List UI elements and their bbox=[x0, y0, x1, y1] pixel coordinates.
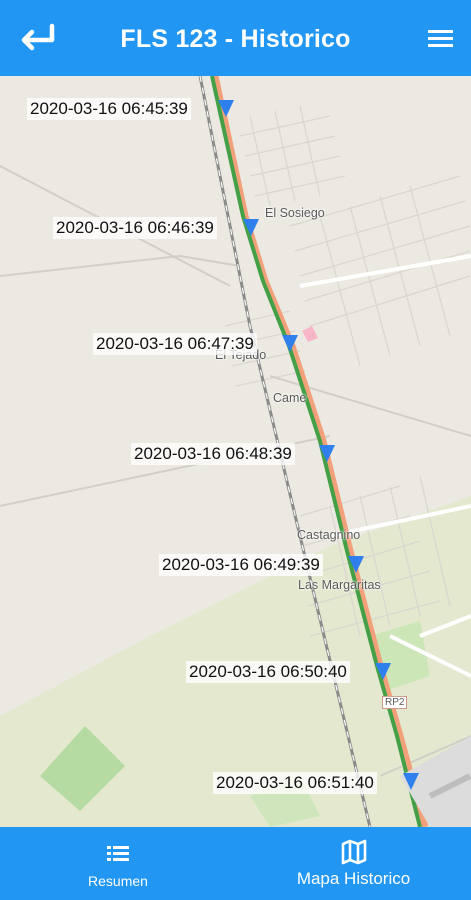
place-label: El Sosiego bbox=[265, 206, 325, 220]
app-bar: FLS 123 - Historico bbox=[0, 0, 471, 76]
tab-mapa-historico[interactable]: Mapa Historico bbox=[236, 827, 471, 900]
road-shield: RP2 bbox=[382, 696, 408, 709]
place-label: Came bbox=[273, 391, 307, 405]
history-map[interactable]: El Sosiego El Tejado Came Castagnino Las… bbox=[0, 76, 471, 827]
place-label: Las Margaritas bbox=[298, 578, 381, 592]
menu-button[interactable] bbox=[420, 22, 460, 56]
bottom-nav: Resumen Mapa Historico bbox=[0, 827, 471, 900]
direction-marker-icon[interactable] bbox=[402, 771, 420, 791]
timestamp-label: 2020-03-16 06:47:39 bbox=[93, 333, 257, 355]
timestamp-label: 2020-03-16 06:50:40 bbox=[186, 661, 350, 683]
timestamp-label: 2020-03-16 06:45:39 bbox=[27, 98, 191, 120]
timestamp-label: 2020-03-16 06:49:39 bbox=[159, 554, 323, 576]
hamburger-menu-icon bbox=[428, 30, 453, 47]
timestamp-label: 2020-03-16 06:51:40 bbox=[213, 772, 377, 794]
direction-marker-icon[interactable] bbox=[217, 98, 235, 118]
timestamp-label: 2020-03-16 06:48:39 bbox=[131, 443, 295, 465]
direction-marker-icon[interactable] bbox=[318, 443, 336, 463]
timestamp-label: 2020-03-16 06:46:39 bbox=[53, 217, 217, 239]
page-title: FLS 123 - Historico bbox=[120, 25, 351, 53]
tab-label: Resumen bbox=[88, 873, 148, 889]
direction-marker-icon[interactable] bbox=[242, 217, 260, 237]
tab-label: Mapa Historico bbox=[296, 869, 411, 888]
direction-marker-icon[interactable] bbox=[281, 333, 299, 353]
place-label: Castagnino bbox=[297, 528, 361, 542]
direction-marker-icon[interactable] bbox=[347, 554, 365, 574]
list-icon bbox=[107, 846, 129, 861]
map-icon bbox=[341, 839, 366, 865]
direction-marker-icon[interactable] bbox=[374, 661, 392, 681]
tab-resumen[interactable]: Resumen bbox=[0, 827, 236, 900]
